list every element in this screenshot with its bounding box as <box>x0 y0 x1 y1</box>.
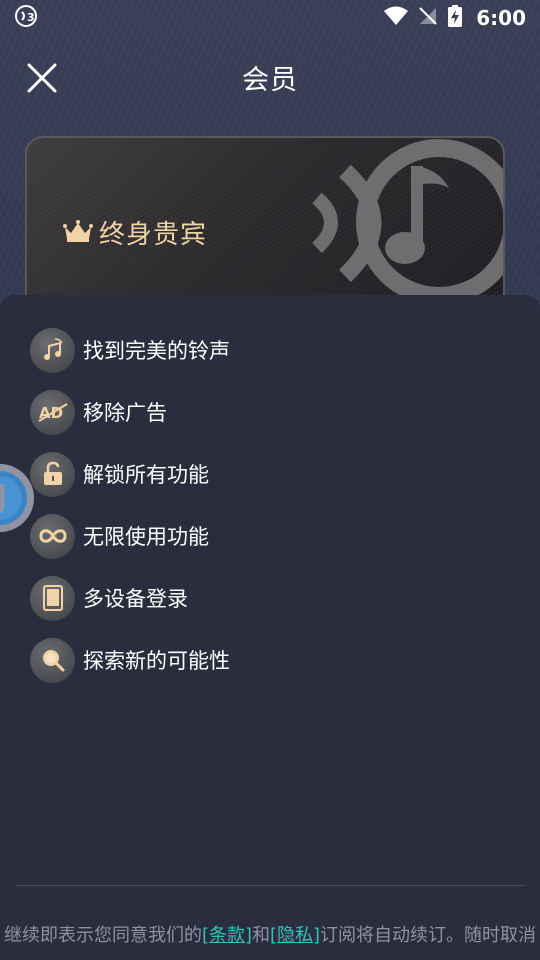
card-label-text: 终身贵宾 <box>99 220 208 250</box>
no-signal-icon <box>418 6 438 30</box>
feature-label: 无限使用功能 <box>83 525 209 549</box>
footer-suffix: 订阅将自动续订。随时取消 <box>320 925 537 946</box>
feature-item-unlock: 解锁所有功能 <box>30 443 230 505</box>
feature-label: 找到完美的铃声 <box>83 339 230 363</box>
terms-link[interactable]: [条款] <box>202 925 252 946</box>
search-icon <box>30 637 75 683</box>
feature-label: 多设备登录 <box>83 587 188 611</box>
floating-logo-icon[interactable] <box>0 462 38 538</box>
feature-item-multi-device: 多设备登录 <box>30 567 230 629</box>
page-title: 会员 <box>242 65 298 96</box>
feature-item-ringtone: 找到完美的铃声 <box>30 319 230 381</box>
feature-label: 解锁所有功能 <box>83 463 209 487</box>
benefits-sheet: 找到完美的铃声 AD 移除广告 解锁所有功能 <box>0 295 540 960</box>
device-icon <box>30 575 75 621</box>
music-note-logo-icon <box>289 138 503 314</box>
footer-divider <box>15 885 525 886</box>
feature-item-explore: 探索新的可能性 <box>30 629 230 691</box>
status-time: 6:00 <box>476 6 526 30</box>
battery-charging-icon <box>448 5 463 31</box>
feature-label: 移除广告 <box>83 401 167 425</box>
card-label: 终身贵宾 <box>63 214 207 251</box>
no-ads-icon: AD <box>30 389 75 435</box>
svg-text:3: 3 <box>27 11 35 24</box>
status-bar: 3 6:00 <box>0 0 540 36</box>
feature-item-unlimited: 无限使用功能 <box>30 505 230 567</box>
footer-prefix: 继续即表示您同意我们的 <box>3 925 202 946</box>
membership-card[interactable]: 终身贵宾 <box>25 136 505 316</box>
feature-item-no-ads: AD 移除广告 <box>30 381 230 443</box>
footer-and: 和 <box>252 925 270 946</box>
header: 会员 <box>0 50 540 106</box>
feature-label: 探索新的可能性 <box>83 649 230 673</box>
feature-list: 找到完美的铃声 AD 移除广告 解锁所有功能 <box>30 319 230 691</box>
terms-footer: 继续即表示您同意我们的[条款]和[隐私]订阅将自动续订。随时取消 <box>0 921 540 947</box>
nfc-icon: 3 <box>14 4 38 32</box>
crown-icon <box>63 219 93 247</box>
wifi-icon <box>384 6 409 30</box>
ringtone-icon <box>30 327 75 373</box>
privacy-link[interactable]: [隐私] <box>270 925 320 946</box>
